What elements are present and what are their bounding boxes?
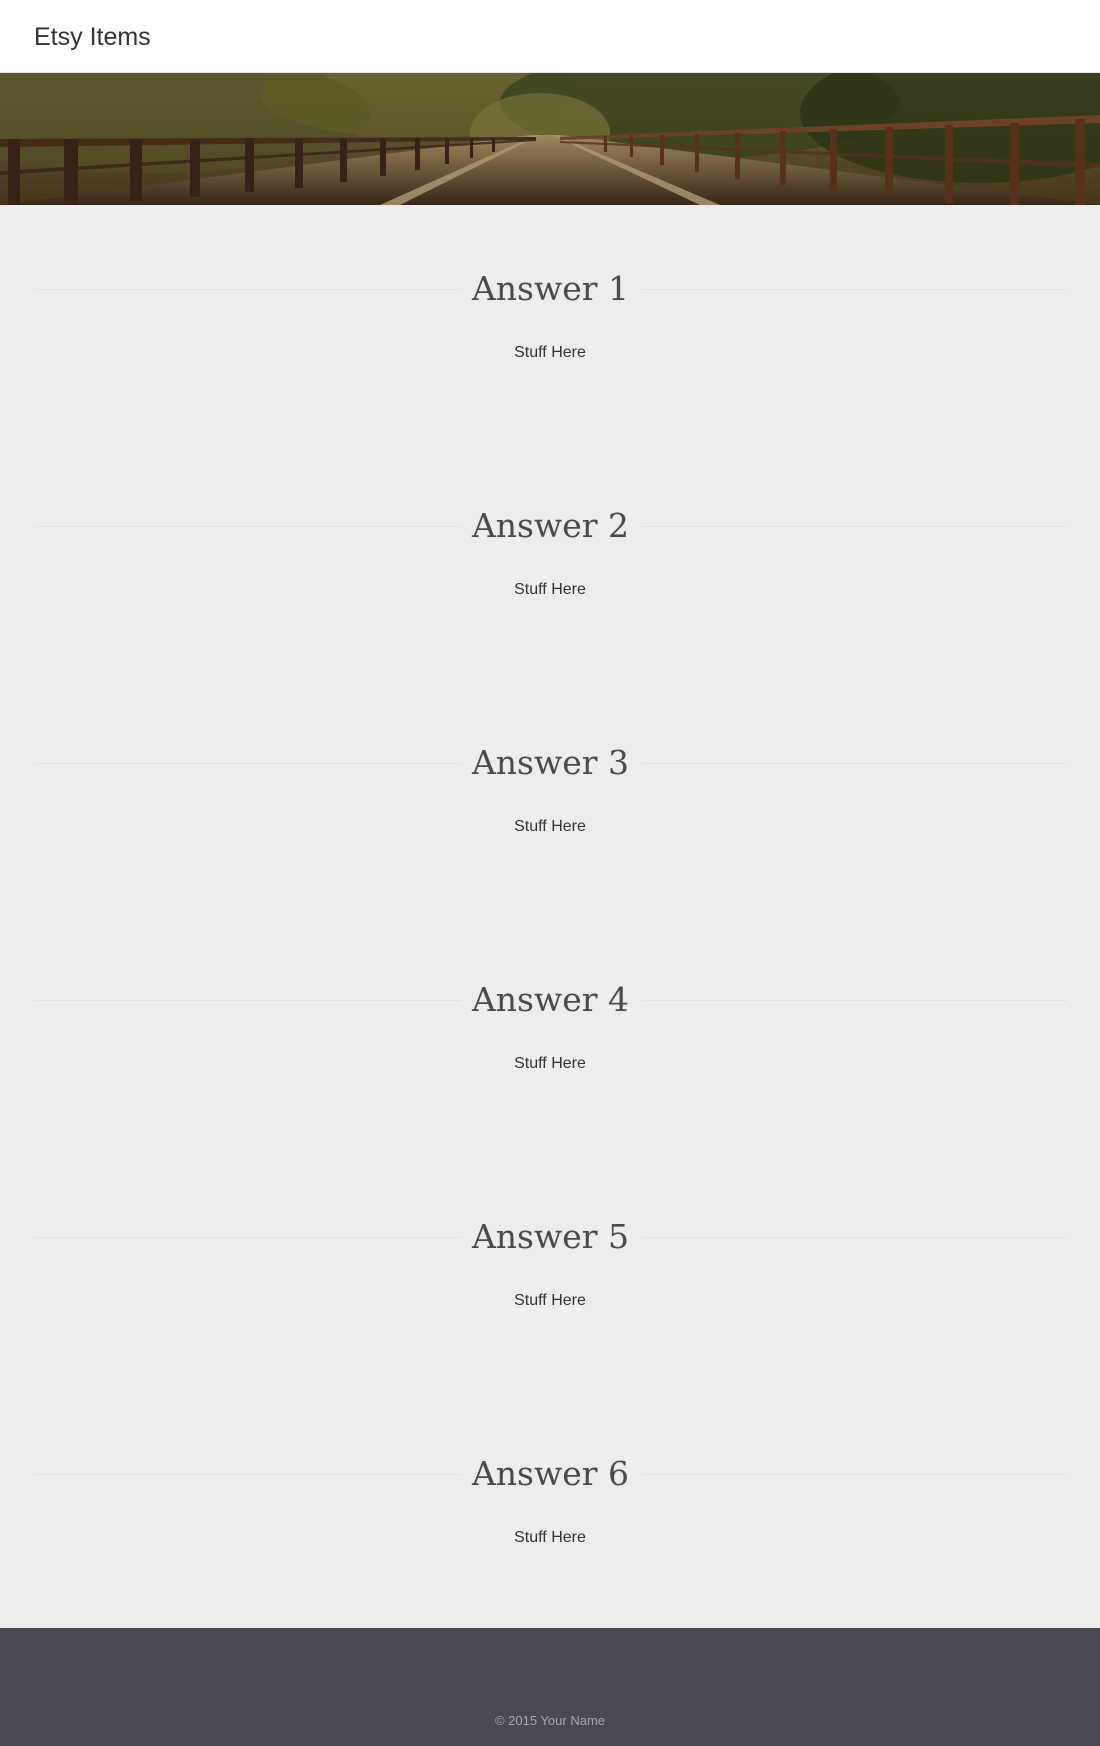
site-header: Etsy Items	[0, 0, 1100, 73]
section-heading: Answer 1	[34, 269, 1067, 309]
brand-link[interactable]: Etsy Items	[34, 22, 151, 52]
copyright-text: © 2015 Your Name	[494, 1713, 606, 1728]
section-text: Stuff Here	[514, 1292, 586, 1309]
section-title: Answer 4	[459, 980, 642, 1020]
section-text: Stuff Here	[514, 344, 586, 361]
section-title: Answer 3	[459, 743, 642, 783]
answer-section: Answer 5 Stuff Here	[0, 1153, 1100, 1390]
section-heading: Answer 3	[34, 743, 1067, 783]
section-heading: Answer 4	[34, 980, 1067, 1020]
section-text: Stuff Here	[514, 1055, 586, 1072]
section-text: Stuff Here	[514, 581, 586, 598]
section-title: Answer 1	[459, 269, 642, 309]
section-title: Answer 6	[459, 1454, 642, 1494]
answer-section: Answer 1 Stuff Here	[0, 205, 1100, 442]
answer-section: Answer 3 Stuff Here	[0, 679, 1100, 916]
answer-section: Answer 2 Stuff Here	[0, 442, 1100, 679]
section-heading: Answer 2	[34, 506, 1067, 546]
site-footer: © 2015 Your Name	[0, 1628, 1100, 1746]
section-heading: Answer 5	[34, 1217, 1067, 1257]
answers-list: Answer 1 Stuff Here Answer 2 Stuff Here …	[0, 205, 1100, 1627]
answer-section: Answer 4 Stuff Here	[0, 916, 1100, 1153]
answer-section: Answer 6 Stuff Here	[0, 1390, 1100, 1627]
section-text: Stuff Here	[514, 1529, 586, 1546]
header-banner-image	[0, 73, 1100, 205]
section-heading: Answer 6	[34, 1454, 1067, 1494]
section-title: Answer 5	[459, 1217, 642, 1257]
section-text: Stuff Here	[514, 818, 586, 835]
section-title: Answer 2	[459, 506, 642, 546]
